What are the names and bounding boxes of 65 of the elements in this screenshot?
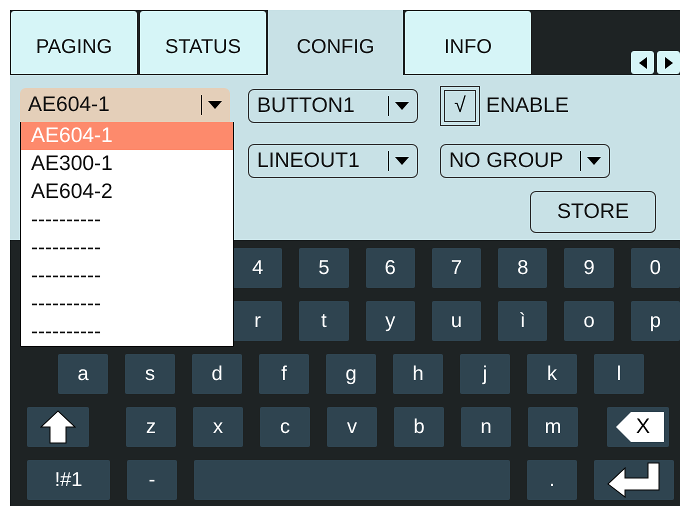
key[interactable]: c — [260, 407, 310, 447]
enter-key[interactable] — [594, 460, 674, 500]
key[interactable]: p — [630, 301, 680, 341]
tab[interactable]: CONFIG — [268, 10, 403, 75]
shift-key[interactable] — [27, 407, 89, 447]
key[interactable]: d — [192, 354, 242, 394]
device-dropdown[interactable]: AE604-1 — [20, 88, 230, 122]
key[interactable]: 5 — [299, 248, 349, 288]
caret-icon — [395, 102, 409, 110]
enter-arrow-icon — [607, 462, 661, 498]
key[interactable]: f — [259, 354, 309, 394]
dropdown-option[interactable]: ---------- — [21, 206, 233, 234]
key[interactable]: m — [528, 407, 578, 447]
button-dropdown[interactable]: BUTTON1 — [248, 88, 418, 122]
triangle-left-icon — [638, 56, 646, 68]
key[interactable]: h — [393, 354, 443, 394]
enable-checkbox[interactable]: √ — [440, 86, 480, 126]
scroll-left-button[interactable] — [631, 51, 654, 74]
caret-icon — [395, 156, 409, 164]
dropdown-option[interactable]: ---------- — [21, 318, 233, 346]
key[interactable]: k — [527, 354, 577, 394]
key[interactable]: 0 — [630, 248, 680, 288]
key[interactable]: ì — [498, 301, 548, 341]
key[interactable]: l — [594, 354, 644, 394]
key[interactable]: y — [366, 301, 415, 341]
key[interactable]: z — [126, 407, 176, 447]
scroll-right-button[interactable] — [657, 51, 680, 74]
key[interactable]: j — [460, 354, 510, 394]
dropdown-option[interactable]: AE604-2 — [21, 178, 233, 206]
key[interactable]: t — [299, 301, 349, 341]
enable-label: ENABLE — [486, 94, 569, 118]
triangle-right-icon — [664, 56, 672, 68]
dropdown-option[interactable]: AE300-1 — [21, 150, 233, 178]
key[interactable]: b — [394, 407, 444, 447]
store-button[interactable]: STORE — [530, 191, 656, 233]
key[interactable]: u — [432, 301, 482, 341]
group-dropdown[interactable]: NO GROUP — [440, 144, 610, 178]
symbols-key[interactable]: !#1 — [27, 460, 110, 500]
caret-icon — [587, 156, 601, 164]
output-dropdown[interactable]: LINEOUT1 — [248, 144, 418, 178]
key[interactable]: s — [125, 354, 175, 394]
key[interactable]: 7 — [432, 248, 482, 288]
key[interactable]: - — [127, 460, 177, 500]
key[interactable]: n — [461, 407, 511, 447]
key[interactable]: v — [327, 407, 377, 447]
backspace-key[interactable]: X — [607, 407, 669, 447]
key[interactable]: a — [58, 354, 108, 394]
up-arrow-icon — [40, 410, 76, 444]
key[interactable]: r — [233, 301, 282, 341]
key[interactable]: . — [527, 460, 577, 500]
key[interactable]: 9 — [564, 248, 614, 288]
dropdown-option[interactable]: ---------- — [21, 262, 233, 290]
caret-icon — [208, 101, 222, 109]
key[interactable]: 6 — [366, 248, 415, 288]
key[interactable]: 4 — [233, 248, 282, 288]
key[interactable]: o — [564, 301, 614, 341]
backspace-icon — [615, 411, 665, 443]
key[interactable]: 8 — [498, 248, 548, 288]
key[interactable]: x — [193, 407, 243, 447]
key[interactable]: g — [326, 354, 376, 394]
dropdown-option[interactable]: ---------- — [21, 290, 233, 318]
dropdown-option[interactable]: ---------- — [21, 234, 233, 262]
tab[interactable]: INFO — [404, 10, 532, 75]
tab[interactable]: PAGING — [10, 10, 138, 75]
tab[interactable]: STATUS — [139, 10, 267, 75]
